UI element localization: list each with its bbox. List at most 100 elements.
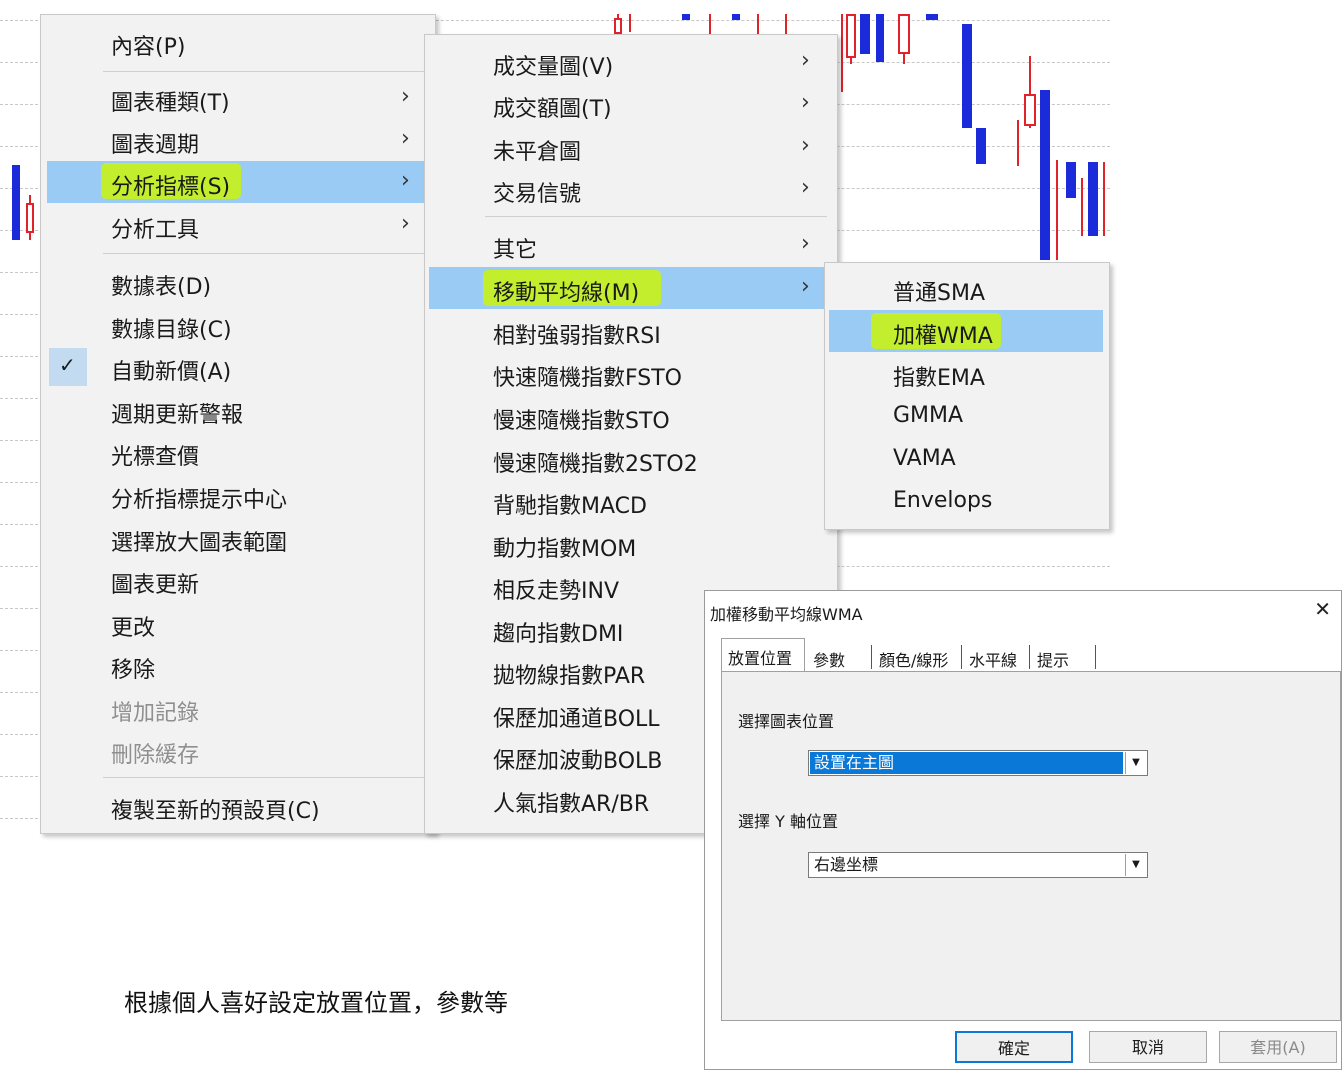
menu-item-label: 刪除緩存: [111, 743, 200, 768]
menu-separator: [103, 71, 425, 72]
menu-item-label: 更改: [111, 616, 156, 641]
menu-item-label: 圖表更新: [111, 573, 200, 598]
ok-button[interactable]: 確定: [955, 1031, 1073, 1063]
menu-item-label: 人氣指數AR/BR: [493, 792, 650, 817]
candlestick: [860, 14, 870, 54]
menu-item-label: 普通SMA: [893, 281, 985, 306]
menu-item-cursor-price[interactable]: 光標查價: [41, 431, 435, 473]
candlestick: [976, 128, 986, 164]
menu-item-label: 移動平均線(M): [493, 281, 640, 306]
menu-item-auto-update-price[interactable]: ✓ 自動新價(A): [41, 346, 435, 388]
submenu-item-turnover[interactable]: 成交額圖(T) ›: [425, 83, 837, 125]
submenu-item-sto[interactable]: 慢速隨機指數STO: [425, 395, 837, 437]
submenu-item-sto2[interactable]: 慢速隨機指數2STO2: [425, 438, 837, 480]
menu-separator: [103, 777, 425, 778]
tab-parameters[interactable]: 參數: [807, 641, 867, 671]
tab-color-line[interactable]: 顏色/線形: [873, 641, 959, 671]
y-axis-select[interactable]: 右邊坐標 ▼: [808, 852, 1148, 878]
candlestick: [1080, 178, 1084, 236]
menu-item-label: 分析指標(S): [111, 175, 231, 200]
menu-item-label: 交易信號: [493, 182, 582, 207]
chevron-down-icon[interactable]: ▼: [1125, 752, 1146, 774]
submenu-item-volume[interactable]: 成交量圖(V) ›: [425, 41, 837, 83]
menu-item-label: 內容(P): [111, 35, 186, 60]
submenu-item-macd[interactable]: 背馳指數MACD: [425, 480, 837, 522]
selected-value: 右邊坐標: [814, 855, 879, 874]
menu-item-label: 動力指數MOM: [493, 537, 637, 562]
ma-item-ema[interactable]: 指數EMA: [825, 352, 1109, 394]
menu-item-label: 慢速隨機指數STO: [493, 409, 670, 434]
candlestick: [628, 14, 632, 32]
menu-item-modify[interactable]: 更改: [41, 602, 435, 644]
menu-separator: [103, 253, 425, 254]
candlestick: [708, 14, 712, 36]
tab-label: 放置位置: [728, 649, 793, 668]
menu-item-properties[interactable]: 內容(P): [41, 21, 435, 63]
submenu-item-trade-signal[interactable]: 交易信號 ›: [425, 168, 837, 210]
menu-item-label: 慢速隨機指數2STO2: [493, 452, 698, 477]
candlestick: [1054, 160, 1060, 260]
menu-item-analysis-tools[interactable]: 分析工具 ›: [41, 204, 435, 246]
tab-separator: [1029, 645, 1030, 669]
ma-item-vama[interactable]: VAMA: [825, 438, 1109, 480]
candlestick: [1040, 90, 1050, 260]
menu-item-label: 加權WMA: [893, 324, 993, 349]
candlestick: [1102, 162, 1106, 236]
candlestick: [1024, 56, 1036, 128]
submenu-item-open-interest[interactable]: 未平倉圖 ›: [425, 126, 837, 168]
menu-item-label: 移除: [111, 658, 156, 683]
ma-item-sma[interactable]: 普通SMA: [825, 267, 1109, 309]
tab-label: 水平線: [969, 651, 1018, 670]
menu-item-label: 背馳指數MACD: [493, 494, 647, 519]
candlestick: [12, 165, 20, 240]
tab-separator: [871, 645, 872, 669]
submenu-item-other[interactable]: 其它 ›: [425, 224, 837, 266]
submenu-item-fsto[interactable]: 快速隨機指數FSTO: [425, 352, 837, 394]
close-icon[interactable]: ✕: [1314, 597, 1331, 621]
candlestick: [1088, 162, 1098, 236]
chart-position-select[interactable]: 設置在主圖 ▼: [808, 750, 1148, 776]
menu-item-label: GMMA: [893, 403, 964, 428]
menu-separator: [485, 216, 827, 217]
menu-item-zoom-range[interactable]: 選擇放大圖表範圍: [41, 517, 435, 559]
submenu-item-rsi[interactable]: 相對強弱指數RSI: [425, 310, 837, 352]
cancel-button[interactable]: 取消: [1089, 1031, 1207, 1063]
chevron-right-icon: ›: [401, 211, 410, 236]
menu-item-chart-period[interactable]: 圖表週期 ›: [41, 119, 435, 161]
menu-item-clear-cache: 刪除緩存: [41, 729, 435, 771]
candlestick: [840, 14, 844, 92]
tab-hint[interactable]: 提示: [1031, 641, 1091, 671]
menu-item-copy-to-new-preset[interactable]: 複製至新的預設頁(C): [41, 785, 435, 827]
ma-item-gmma[interactable]: GMMA: [825, 395, 1109, 437]
tab-horizontal-line[interactable]: 水平線: [963, 641, 1027, 671]
menu-item-label: 分析指標提示中心: [111, 488, 288, 513]
tab-placement[interactable]: 放置位置: [721, 638, 805, 673]
menu-item-label: 增加記錄: [111, 701, 200, 726]
chevron-down-icon[interactable]: ▼: [1125, 854, 1146, 876]
chevron-right-icon: ›: [401, 168, 410, 193]
y-axis-label: 選擇 Y 軸位置: [738, 812, 838, 831]
ma-item-wma[interactable]: 加權WMA: [829, 310, 1103, 352]
ma-item-envelops[interactable]: Envelops: [825, 480, 1109, 522]
menu-item-analysis-indicators[interactable]: 分析指標(S) ›: [47, 161, 427, 203]
candlestick: [1066, 128, 1076, 198]
menu-item-label: 成交量圖(V): [493, 55, 614, 80]
chevron-right-icon: ›: [401, 84, 410, 109]
menu-item-label: 數據表(D): [111, 275, 212, 300]
menu-item-data-catalog[interactable]: 數據目錄(C): [41, 304, 435, 346]
submenu-item-moving-average[interactable]: 移動平均線(M) ›: [429, 267, 833, 309]
menu-item-chart-refresh[interactable]: 圖表更新: [41, 559, 435, 601]
candlestick: [898, 14, 910, 64]
menu-item-chart-type[interactable]: 圖表種類(T) ›: [41, 77, 435, 119]
menu-item-indicator-alert-center[interactable]: 分析指標提示中心: [41, 474, 435, 516]
menu-item-remove[interactable]: 移除: [41, 644, 435, 686]
candlestick: [962, 24, 972, 128]
tab-label: 參數: [813, 651, 846, 670]
menu-item-data-table[interactable]: 數據表(D): [41, 261, 435, 303]
candlestick: [926, 14, 938, 20]
candlestick: [682, 14, 690, 20]
menu-item-label: 相反走勢INV: [493, 579, 619, 604]
submenu-item-mom[interactable]: 動力指數MOM: [425, 523, 837, 565]
chart-position-label: 選擇圖表位置: [738, 712, 835, 731]
menu-item-period-alert[interactable]: 週期更新警報: [41, 389, 435, 431]
